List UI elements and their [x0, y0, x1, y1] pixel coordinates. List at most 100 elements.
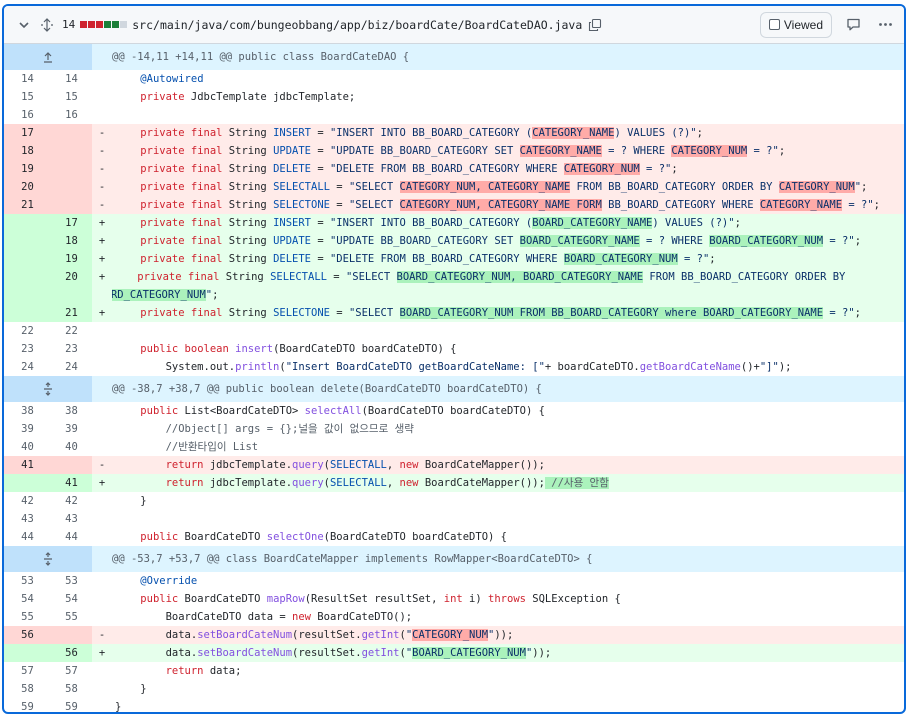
diff-line-deleted: 20 - private final String SELECTALL = "SE… — [4, 178, 904, 196]
old-line-number[interactable]: 20 — [4, 178, 51, 196]
new-line-number[interactable]: 39 — [51, 420, 92, 438]
expand-both-icon[interactable] — [4, 376, 92, 402]
new-line-number[interactable]: 38 — [51, 402, 92, 420]
new-line-number[interactable] — [51, 178, 92, 196]
diff-line-deleted: 21 - private final String SELECTONE = "SE… — [4, 196, 904, 214]
new-line-number[interactable]: 24 — [51, 358, 92, 376]
old-line-number[interactable]: 23 — [4, 340, 51, 358]
new-line-number[interactable]: 59 — [51, 698, 92, 712]
new-line-number[interactable]: 16 — [51, 106, 92, 124]
new-line-number[interactable] — [51, 626, 92, 644]
new-line-number[interactable]: 57 — [51, 662, 92, 680]
new-line-number[interactable]: 14 — [51, 70, 92, 88]
new-line-number[interactable]: 55 — [51, 608, 92, 626]
diff-line: 54 54 public BoardCateDTO mapRow(ResultSe… — [4, 590, 904, 608]
old-line-number[interactable]: 38 — [4, 402, 51, 420]
old-line-number[interactable] — [4, 214, 51, 232]
old-line-number[interactable]: 14 — [4, 70, 51, 88]
new-line-number[interactable]: 18 — [51, 232, 92, 250]
copy-icon[interactable] — [588, 18, 602, 32]
old-line-number[interactable]: 59 — [4, 698, 51, 712]
old-line-number[interactable] — [4, 644, 51, 662]
old-line-number[interactable]: 17 — [4, 124, 51, 142]
line-marker — [92, 572, 112, 590]
line-marker — [92, 106, 112, 124]
old-line-number[interactable]: 41 — [4, 456, 51, 474]
new-line-number[interactable]: 54 — [51, 590, 92, 608]
old-line-number[interactable]: 39 — [4, 420, 51, 438]
chevron-down-icon[interactable] — [16, 17, 32, 33]
new-line-number[interactable] — [51, 142, 92, 160]
new-line-number[interactable]: 22 — [51, 322, 92, 340]
new-line-number[interactable]: 41 — [51, 474, 92, 492]
deletion-marker: - — [92, 456, 112, 474]
expand-both-icon[interactable] — [4, 546, 92, 572]
expand-all-icon[interactable] — [38, 16, 56, 34]
old-line-number[interactable]: 56 — [4, 626, 51, 644]
new-line-number[interactable]: 21 — [51, 304, 92, 322]
new-line-number[interactable]: 42 — [51, 492, 92, 510]
addition-marker: + — [92, 250, 112, 268]
old-line-number[interactable] — [4, 268, 51, 304]
new-line-number[interactable]: 44 — [51, 528, 92, 546]
new-line-number[interactable]: 20 — [51, 268, 92, 304]
old-line-number[interactable]: 58 — [4, 680, 51, 698]
code-line: private final String DELETE = "DELETE FR… — [112, 160, 904, 178]
new-line-number[interactable] — [51, 124, 92, 142]
code-line: public BoardCateDTO mapRow(ResultSet res… — [140, 593, 621, 605]
code-line: return jdbcTemplate.query(SELECTALL, new… — [112, 474, 904, 492]
hunk-header-text: @@ -53,7 +53,7 @@ class BoardCateMapper … — [112, 553, 593, 565]
old-line-number[interactable]: 42 — [4, 492, 51, 510]
line-marker — [92, 492, 112, 510]
old-line-number[interactable]: 22 — [4, 322, 51, 340]
new-line-number[interactable]: 58 — [51, 680, 92, 698]
more-options-icon[interactable] — [874, 14, 896, 36]
new-line-number[interactable]: 17 — [51, 214, 92, 232]
old-line-number[interactable] — [4, 304, 51, 322]
old-line-number[interactable] — [4, 232, 51, 250]
viewed-checkbox-button[interactable]: Viewed — [759, 11, 832, 38]
new-line-number[interactable]: 40 — [51, 438, 92, 456]
old-line-number[interactable]: 40 — [4, 438, 51, 456]
new-line-number[interactable]: 53 — [51, 572, 92, 590]
new-line-number[interactable] — [51, 456, 92, 474]
addition-marker: + — [92, 644, 112, 662]
diff-line: 57 57 return data; — [4, 662, 904, 680]
new-line-number[interactable]: 56 — [51, 644, 92, 662]
old-line-number[interactable]: 18 — [4, 142, 51, 160]
diff-line: 43 43 — [4, 510, 904, 528]
code-line: public List<BoardCateDTO> selectAll(Boar… — [140, 405, 545, 417]
old-line-number[interactable] — [4, 250, 51, 268]
new-line-number[interactable] — [51, 196, 92, 214]
comment-icon[interactable] — [842, 14, 864, 36]
code-line: private final String UPDATE = "UPDATE BB… — [112, 232, 904, 250]
old-line-number[interactable]: 55 — [4, 608, 51, 626]
deletion-marker: - — [92, 160, 112, 178]
diff-table: @@ -14,11 +14,11 @@ public class BoardCa… — [4, 44, 904, 712]
line-marker — [92, 340, 112, 358]
old-line-number[interactable] — [4, 474, 51, 492]
old-line-number[interactable]: 19 — [4, 160, 51, 178]
new-line-number[interactable]: 43 — [51, 510, 92, 528]
old-line-number[interactable]: 44 — [4, 528, 51, 546]
old-line-number[interactable]: 53 — [4, 572, 51, 590]
old-line-number[interactable]: 16 — [4, 106, 51, 124]
old-line-number[interactable]: 21 — [4, 196, 51, 214]
diff-line-deleted: 56 - data.setBoardCateNum(resultSet.getIn… — [4, 626, 904, 644]
old-line-number[interactable]: 24 — [4, 358, 51, 376]
old-line-number[interactable]: 54 — [4, 590, 51, 608]
new-line-number[interactable]: 23 — [51, 340, 92, 358]
deletion-marker: - — [92, 626, 112, 644]
file-path-link[interactable]: src/main/java/com/bungeobbang/app/biz/bo… — [132, 18, 582, 32]
new-line-number[interactable]: 19 — [51, 250, 92, 268]
diff-line: 38 38 public List<BoardCateDTO> selectAll… — [4, 402, 904, 420]
old-line-number[interactable]: 15 — [4, 88, 51, 106]
expand-up-icon[interactable] — [4, 44, 92, 70]
new-line-number[interactable] — [51, 160, 92, 178]
old-line-number[interactable]: 57 — [4, 662, 51, 680]
new-line-number[interactable]: 15 — [51, 88, 92, 106]
old-line-number[interactable]: 43 — [4, 510, 51, 528]
viewed-checkbox[interactable] — [768, 19, 780, 30]
